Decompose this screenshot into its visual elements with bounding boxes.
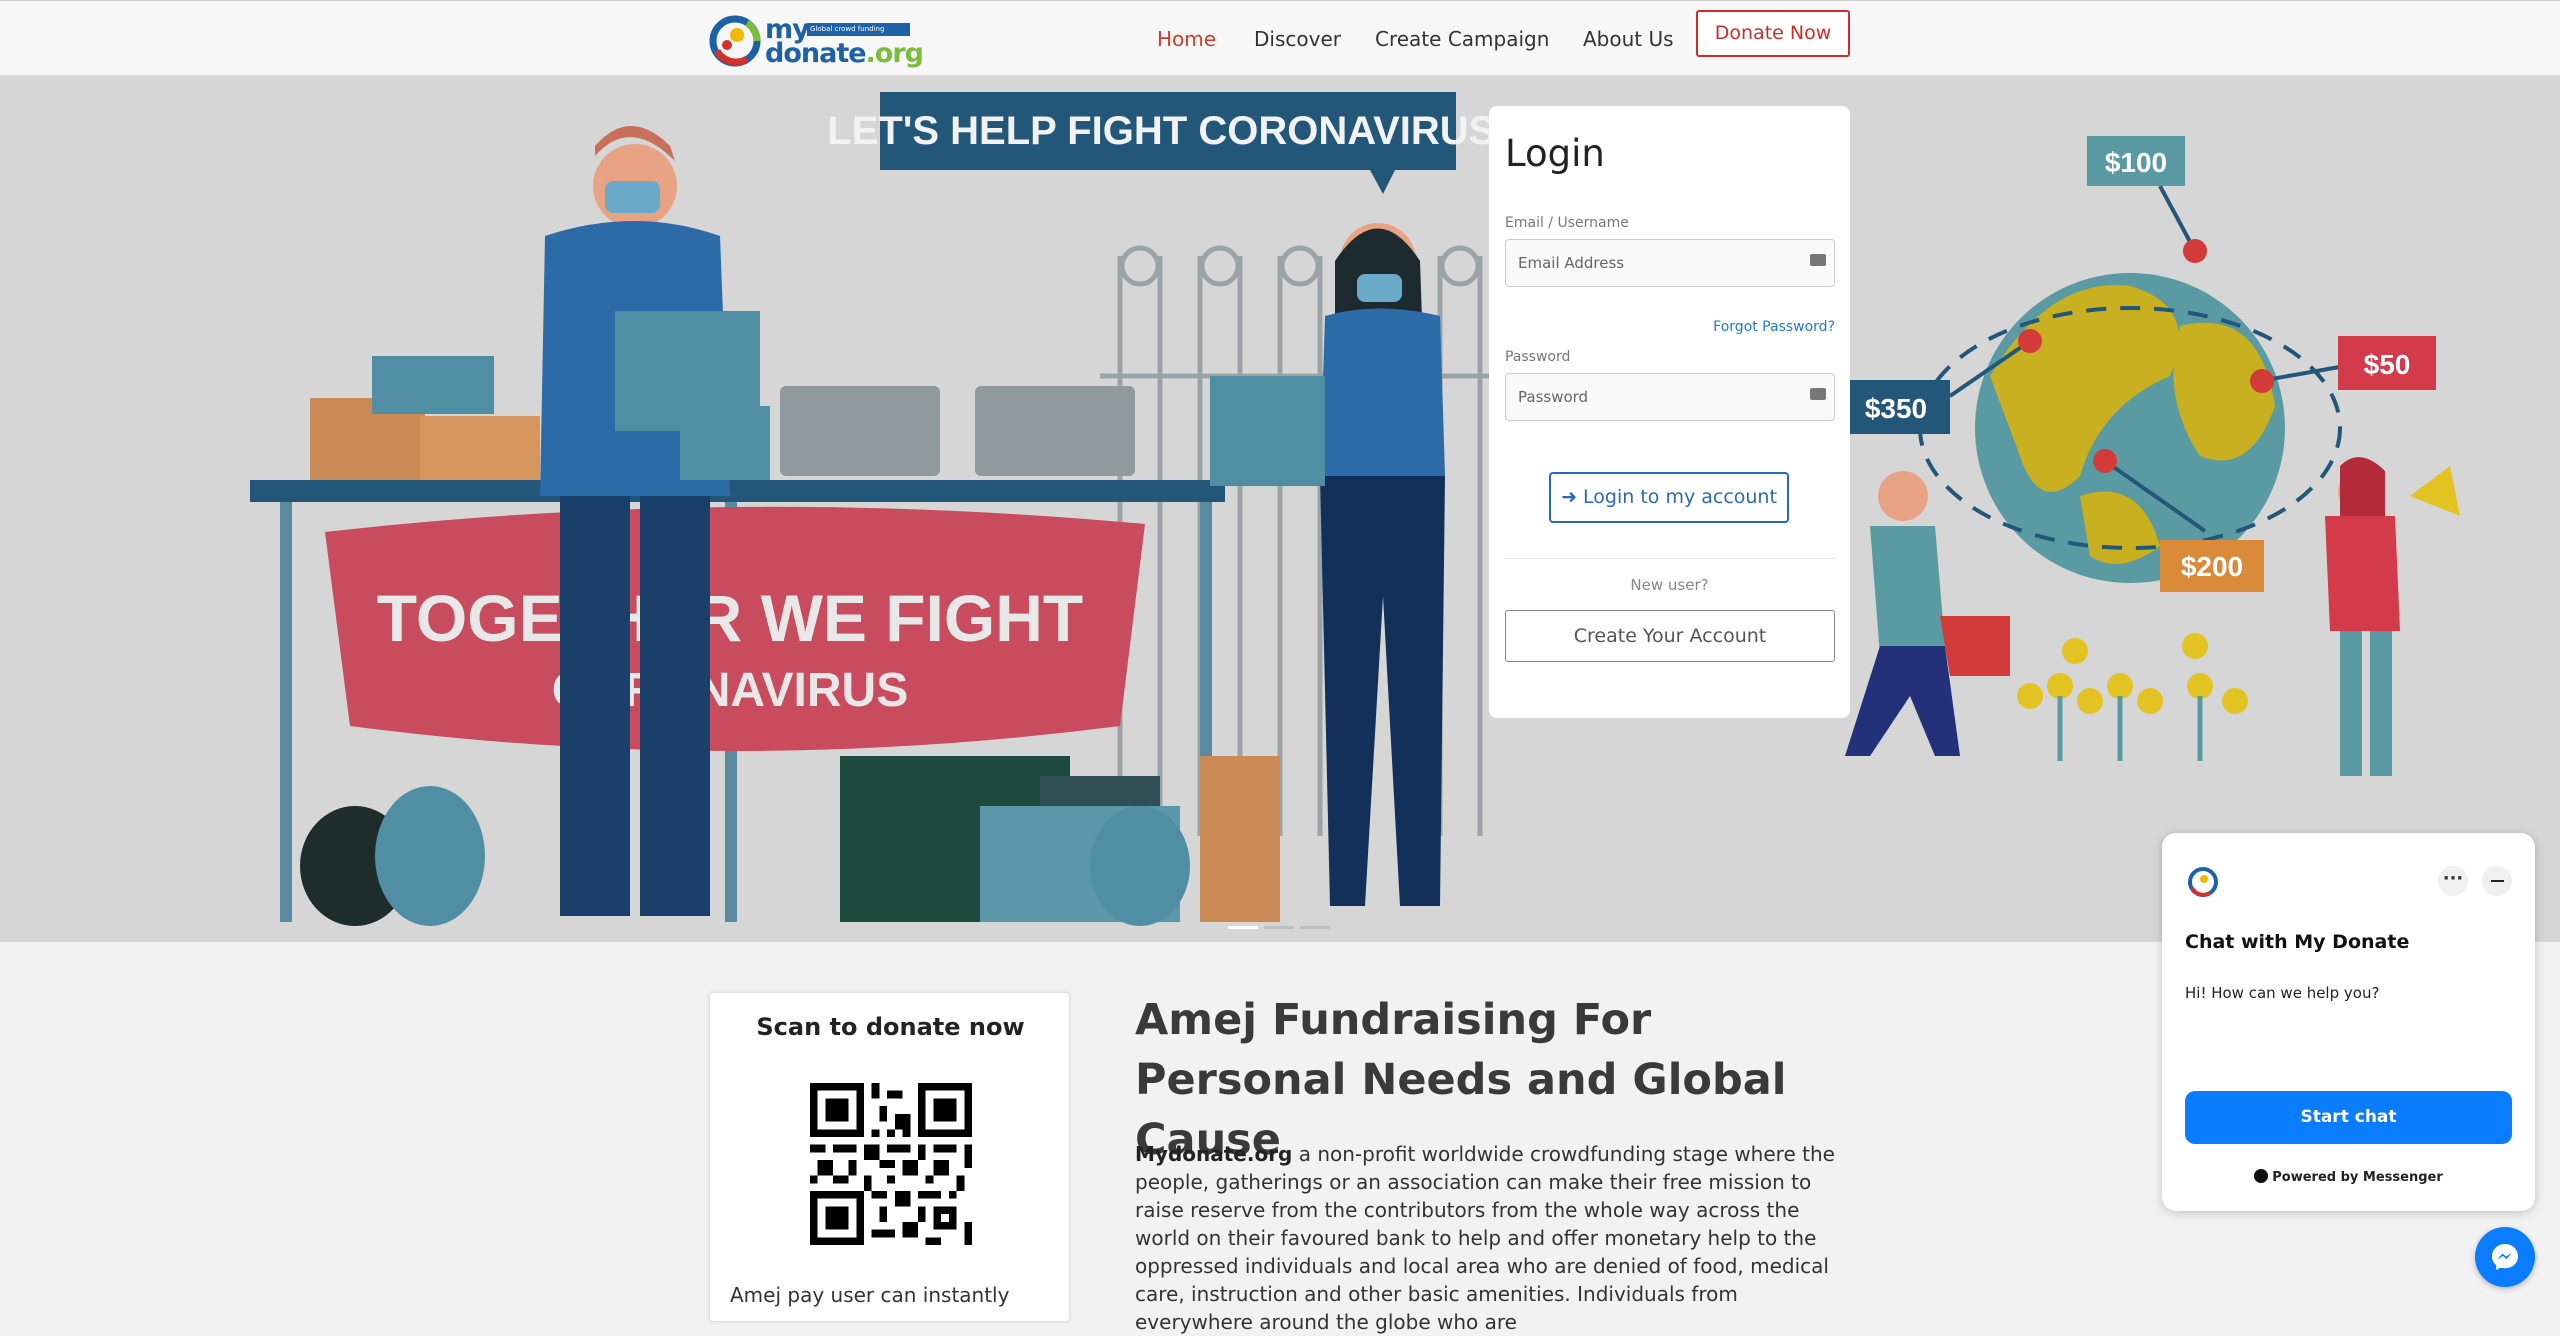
qr-donate-card: Scan to donate now Amej pay user can ins… <box>709 992 1070 1322</box>
nav-create-campaign[interactable]: Create Campaign <box>1375 27 1549 51</box>
logo-emblem-icon <box>709 15 761 67</box>
logo-tagline: Global crowd funding platform <box>807 23 910 46</box>
login-title: Login <box>1505 132 1605 175</box>
minimize-button[interactable] <box>2482 866 2512 896</box>
about-brand: Mydonate.org <box>1135 1142 1293 1166</box>
about-paragraph: Mydonate.org a non-profit worldwide crow… <box>1135 1140 1845 1336</box>
more-options-button[interactable]: ··· <box>2438 866 2468 896</box>
keyboard-icon <box>1810 388 1826 400</box>
password-placeholder: Password <box>1518 388 1589 406</box>
new-user-text: New user? <box>1630 576 1709 594</box>
hero-tag-350: $350 <box>1865 393 1927 424</box>
mydonate-logo[interactable]: my Global crowd funding platform donate.… <box>707 11 924 69</box>
messenger-bolt-icon <box>2492 1244 2518 1270</box>
qr-title: Scan to donate now <box>756 1013 1025 1041</box>
messenger-chat-widget: ··· Chat with My Donate Hi! How can we h… <box>2162 833 2535 1211</box>
hero-illustration: LET'S HELP FIGHT CORONAVIRUS! TOGETHER W… <box>250 92 2460 926</box>
sign-in-icon: ➜ <box>1561 486 1584 508</box>
qr-code <box>810 1083 972 1245</box>
carousel-indicators <box>1228 914 1336 933</box>
login-button-label: Login to my account <box>1583 486 1777 508</box>
nav-about-us[interactable]: About Us <box>1583 27 1674 51</box>
about-body: a non-profit worldwide crowdfunding stag… <box>1135 1142 1835 1334</box>
powered-by-messenger: Powered by Messenger <box>2162 1169 2535 1185</box>
my-donate-avatar <box>2188 867 2218 897</box>
hero-carousel[interactable]: LET'S HELP FIGHT CORONAVIRUS! TOGETHER W… <box>0 76 2560 942</box>
password-field[interactable]: Password <box>1505 373 1835 421</box>
hero-tag-200: $200 <box>2181 551 2243 582</box>
divider <box>1505 558 1835 559</box>
nav-discover[interactable]: Discover <box>1254 27 1341 51</box>
hero-tag-50: $50 <box>2364 349 2411 380</box>
login-button[interactable]: ➜ Login to my account <box>1549 472 1789 523</box>
chat-title: Chat with My Donate <box>2185 931 2410 953</box>
login-card: Login Email / Username Email Address For… <box>1489 106 1850 718</box>
id-card-icon <box>1810 254 1826 266</box>
messenger-icon <box>2254 1169 2269 1183</box>
chat-greeting: Hi! How can we help you? <box>2185 984 2380 1002</box>
hero-top-banner: LET'S HELP FIGHT CORONAVIRUS! <box>827 109 1508 153</box>
hero-banner-line1: TOGETHER WE FIGHT <box>377 581 1083 655</box>
password-label: Password <box>1505 349 1571 365</box>
donate-now-button[interactable]: Donate Now <box>1696 10 1850 57</box>
email-field[interactable]: Email Address <box>1505 239 1835 287</box>
logo-text-donate: donate.org <box>765 38 924 69</box>
email-label: Email / Username <box>1505 215 1629 231</box>
messenger-launcher-button[interactable] <box>2475 1227 2535 1287</box>
start-chat-button[interactable]: Start chat <box>2185 1091 2512 1144</box>
carousel-dot-3[interactable] <box>1300 926 1330 929</box>
top-navbar: my Global crowd funding platform donate.… <box>0 0 2560 76</box>
create-account-button[interactable]: Create Your Account <box>1505 610 1835 662</box>
hero-tag-100: $100 <box>2105 147 2167 178</box>
carousel-dot-2[interactable] <box>1264 926 1294 929</box>
qr-description: Amej pay user can instantly <box>730 1283 1010 1307</box>
carousel-dot-1[interactable] <box>1228 926 1258 929</box>
forgot-password-link[interactable]: Forgot Password? <box>1713 319 1835 335</box>
email-placeholder: Email Address <box>1518 254 1625 272</box>
nav-home[interactable]: Home <box>1157 27 1216 51</box>
